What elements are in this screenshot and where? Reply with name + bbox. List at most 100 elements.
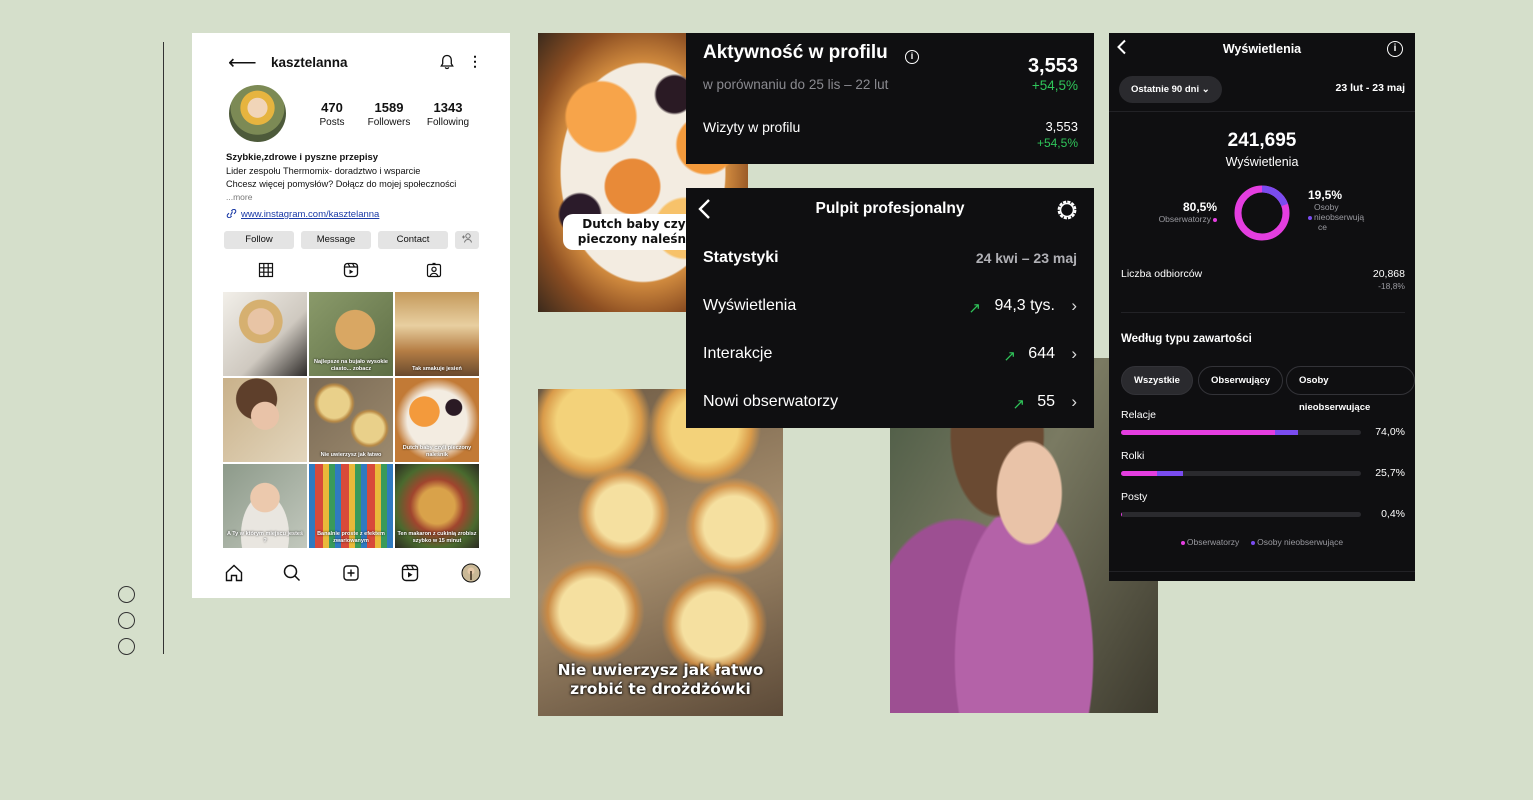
grid-post[interactable]: A Ty w którym miejscu jesteś ? [223,464,307,548]
content-row-label: Posty [1121,491,1148,503]
compare-period: w porównaniu do 25 lis – 22 lut [703,77,889,92]
grid-post[interactable]: Nie uwierzysz jak łatwo [309,378,393,462]
profile-avatar-icon[interactable] [461,563,481,583]
divider [1109,571,1415,572]
grid-post[interactable]: Ten makaron z cukinią zrobisz szybko w 1… [395,464,479,548]
grid-post[interactable]: Tak smakuje jesień [395,292,479,376]
profile-username: kasztelanna [271,55,348,70]
posts-grid: Najlepsze na bujało wysokie ciasto... zo… [223,292,479,548]
bio-line: Chcesz więcej pomysłów? Dołącz do mojej … [226,179,457,189]
followers-dot [1213,217,1217,222]
stat-following-label: Following [426,117,470,128]
more-options-icon[interactable]: ⋮ [468,53,482,70]
chip-followers[interactable]: Obserwujący [1198,366,1284,395]
grid-post[interactable] [223,292,307,376]
content-row-label: Rolki [1121,450,1145,462]
dashboard-title: Pulpit profesjonalny [815,200,965,217]
decorative-circle [118,586,135,603]
followers-label: Obserwatorzy [1158,214,1211,224]
grid-post[interactable]: Najlepsze na bujało wysokie ciasto... zo… [309,292,393,376]
bar-followers [1121,512,1122,517]
grid-post-caption: Ten makaron z cukinią zrobisz szybko w 1… [397,531,477,544]
buns-photo: Nie uwierzysz jak łatwo zrobić te drożdż… [538,389,783,716]
bio-line: Lider zespołu Thermomix- doradztwo i wsp… [226,165,421,176]
follow-button[interactable]: Follow [224,231,294,249]
grid-post-caption: Tak smakuje jesień [412,365,462,372]
dashboard-row-new-followers[interactable]: Nowi obserwatorzy ↗ 55 › [703,392,1077,415]
home-icon[interactable] [224,563,244,583]
grid-post[interactable]: Dutch baby czyli pieczony naleśnik [395,378,479,462]
link-icon [226,208,237,219]
chip-all[interactable]: Wszystkie [1121,366,1193,395]
content-row-stories: Relacje 74,0% [1121,409,1405,439]
audience-number: 20,868 [1372,268,1405,280]
tagged-icon[interactable] [426,262,442,278]
bar-nonfollowers [1157,471,1183,476]
views-total: 241,695 [1227,130,1297,151]
trend-up-icon: ↗ [968,300,981,317]
profile-link[interactable]: www.instagram.com/kasztelanna [226,208,380,220]
grid-post-caption: Najlepsze na bujało wysokie ciasto... zo… [314,359,388,372]
nonfollowers-label: Osoby [1314,202,1339,212]
audience-label: Liczba odbiorców [1121,268,1203,280]
contact-button[interactable]: Contact [378,231,448,249]
nonfollowers-dot [1308,215,1312,220]
followers-share: 80,5% Obserwatorzy [1149,200,1217,224]
profile-tabs [192,262,510,280]
profile-top-bar: ⟵ kasztelanna ⋮ [192,53,510,73]
profile-activity-title: Aktywność w profilu [703,42,888,63]
stat-posts[interactable]: 470 Posts [312,100,352,128]
stat-following[interactable]: 1343 Following [421,100,475,128]
date-range: 23 lut - 23 maj [1335,82,1405,94]
followers-dot [1180,540,1185,545]
content-row-reels: Rolki 25,7% [1121,450,1405,480]
followers-legend: Obserwatorzy [1149,214,1217,224]
nonfollowers-dot [1251,540,1256,545]
grid-post[interactable]: Banalnie proste z efektem zwariowanym [309,464,393,548]
profile-link-text: www.instagram.com/kasztelanna [241,209,380,220]
bar-followers [1121,430,1275,435]
info-icon[interactable]: i [1387,41,1403,57]
info-icon[interactable]: i [905,50,919,64]
period-filter-dropdown[interactable]: Ostatnie 90 dni ⌄ [1119,76,1222,103]
profile-avatar[interactable] [229,85,286,142]
instagram-profile-screen: ⟵ kasztelanna ⋮ 470 Posts 1589 Followers… [192,33,510,598]
views-insights-panel: Wyświetlenia i Ostatnie 90 dni ⌄ 23 lut … [1109,33,1415,581]
content-type-title: Według typu zawartości [1121,333,1252,345]
back-arrow-icon[interactable]: ⟵ [228,53,257,73]
decorative-circle [118,638,135,655]
suggested-people-button[interactable] [455,231,479,249]
dashboard-row-views[interactable]: Wyświetlenia ↗ 94,3 tys. › [703,296,1077,319]
dashboard-row-interactions[interactable]: Interakcje ↗ 644 › [703,344,1077,367]
add-person-icon [462,233,472,243]
content-bar-track [1121,512,1361,517]
profile-visits-label: Wizyty w profilu [703,119,801,135]
nonfollowers-label: ce [1318,222,1327,232]
views-total-label: Wyświetlenia [1225,155,1299,169]
grid-post[interactable] [223,378,307,462]
create-post-icon[interactable] [341,563,361,583]
grid-post-caption: Nie uwierzysz jak łatwo [320,451,382,458]
divider [1121,312,1405,313]
bell-icon[interactable] [440,54,454,70]
decorative-circle [118,612,135,629]
grid-icon[interactable] [258,262,274,278]
followers-donut-chart [1234,185,1290,241]
search-icon[interactable] [282,563,302,583]
decorative-line [163,42,164,654]
bio-name: Szybkie,zdrowe i pyszne przepisy [226,152,379,163]
chip-nonfollowers[interactable]: Osoby nieobserwujące [1286,366,1415,413]
message-button[interactable]: Message [301,231,371,249]
settings-gear-icon[interactable] [1056,199,1078,221]
grid-post-caption: Banalnie proste z efektem zwariowanym [317,531,385,544]
stat-followers[interactable]: 1589 Followers [362,100,416,128]
reels-icon[interactable] [400,563,420,583]
row-label: Wyświetlenia [703,297,797,314]
bio-more-link[interactable]: ...more [226,192,496,202]
trend-up-icon: ↗ [1012,396,1025,413]
statistics-range: 24 kwi – 23 maj [975,250,1077,266]
reels-tab-icon[interactable] [343,262,359,278]
stat-posts-number: 470 [321,100,343,115]
content-legend: Obserwatorzy Osoby nieobserwujące [1109,537,1415,547]
profile-activity-change: +54,5% [1031,78,1078,93]
